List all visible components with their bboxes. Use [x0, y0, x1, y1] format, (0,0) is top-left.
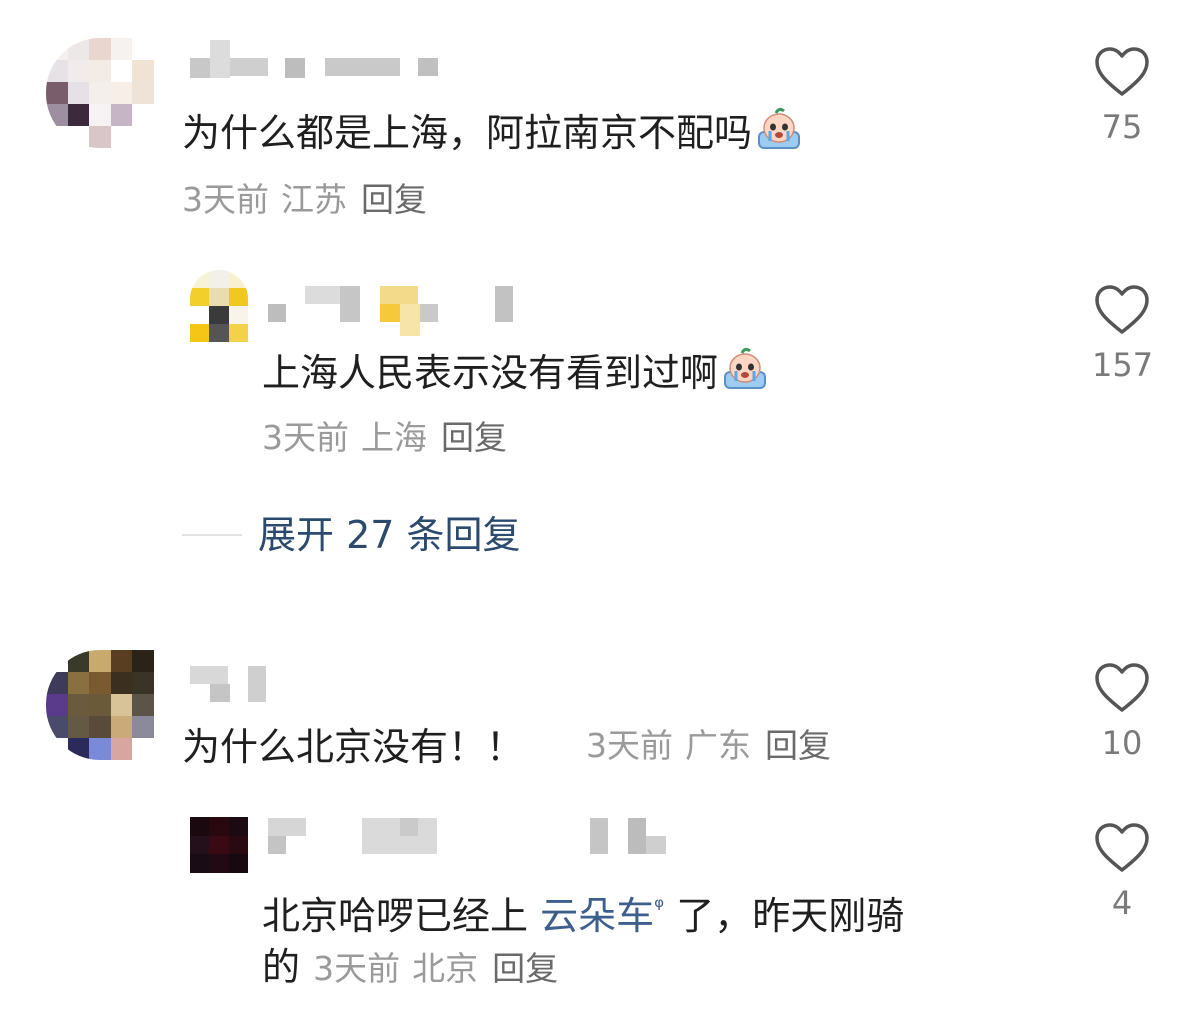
- comment-meta: 3天前 广东 回复: [586, 726, 831, 766]
- like-button[interactable]: 75: [1092, 46, 1152, 146]
- heart-outline-icon[interactable]: [1094, 662, 1150, 714]
- avatar[interactable]: [46, 38, 154, 148]
- timestamp: 3天前: [313, 949, 401, 988]
- reply-button[interactable]: 回复: [492, 949, 558, 988]
- reply-text-line2: 的 3天前 北京 回复: [262, 945, 559, 989]
- reply-button[interactable]: 回复: [361, 180, 427, 219]
- location: 北京: [412, 949, 479, 988]
- heart-outline-icon[interactable]: [1094, 46, 1150, 98]
- location: 江苏: [281, 180, 347, 219]
- avatar[interactable]: [190, 817, 248, 873]
- location: 广东: [685, 726, 751, 765]
- crying-face-emoji-icon: [756, 106, 802, 152]
- comment-text: 为什么都是上海，阿拉南京不配吗: [182, 106, 802, 156]
- reply-button[interactable]: 回复: [765, 726, 831, 765]
- expand-replies-button[interactable]: 展开 27 条回复: [258, 512, 521, 558]
- like-count: 75: [1101, 108, 1143, 146]
- reply-text: 北京哈啰已经上 云朵车ᵠ 了，昨天刚骑: [262, 893, 905, 938]
- reply-meta: 3天前 北京 回复: [313, 949, 558, 988]
- heart-outline-icon[interactable]: [1094, 284, 1150, 336]
- avatar[interactable]: [190, 270, 248, 342]
- avatar[interactable]: [46, 650, 154, 760]
- reply-text: 上海人民表示没有看到过啊: [262, 346, 768, 396]
- heart-outline-icon[interactable]: [1094, 822, 1150, 874]
- like-button[interactable]: 10: [1092, 662, 1152, 762]
- like-count: 4: [1111, 884, 1133, 922]
- like-count: 157: [1092, 346, 1154, 384]
- timestamp: 3天前: [586, 726, 673, 765]
- reply-button[interactable]: 回复: [441, 418, 507, 457]
- crying-face-emoji-icon: [722, 346, 768, 392]
- comment-meta: 3天前 江苏 回复: [182, 180, 427, 220]
- like-button[interactable]: 157: [1092, 284, 1154, 384]
- like-button[interactable]: 4: [1092, 822, 1152, 922]
- reply-meta: 3天前 上海 回复: [262, 418, 507, 458]
- search-icon[interactable]: ᵠ: [654, 893, 664, 921]
- divider: [182, 534, 242, 536]
- timestamp: 3天前: [262, 418, 349, 457]
- location: 上海: [361, 418, 427, 457]
- timestamp: 3天前: [182, 180, 269, 219]
- like-count: 10: [1101, 724, 1143, 762]
- comment-text: 为什么北京没有！！: [182, 725, 525, 769]
- search-link[interactable]: 云朵车: [540, 894, 654, 938]
